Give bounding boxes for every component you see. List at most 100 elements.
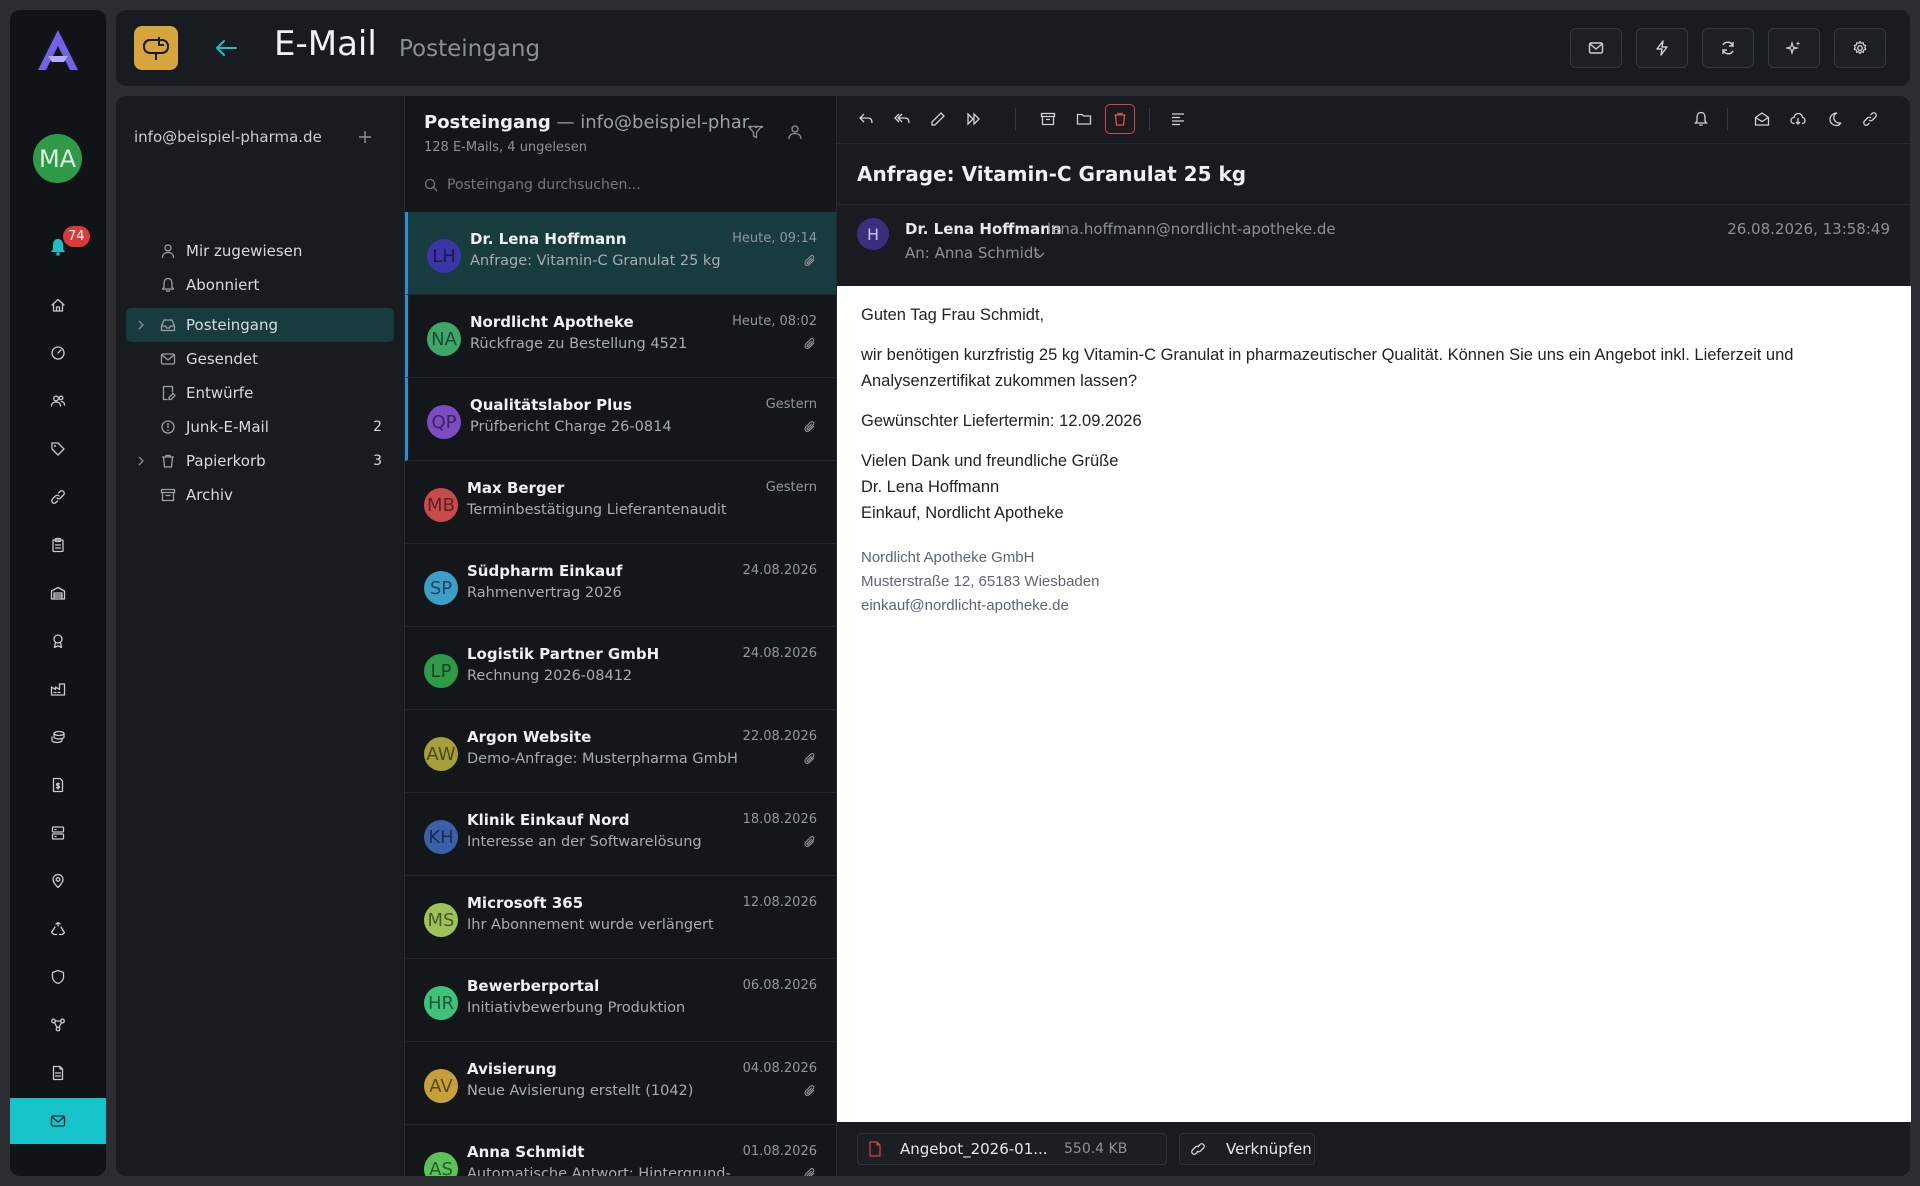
rail-nav-shield[interactable] (10, 954, 106, 1000)
list-title: Posteingang — info@beispiel-phar... (424, 112, 765, 133)
account-email: info@beispiel-pharma.de (134, 128, 322, 146)
edit-button[interactable] (923, 104, 953, 134)
rail-nav-clipboard[interactable] (10, 522, 106, 568)
message-row[interactable]: AV Avisierung Neue Avisierung erstellt (10… (405, 1042, 836, 1125)
rail-nav-tag[interactable] (10, 426, 106, 472)
paperclip-icon (803, 1167, 817, 1176)
text-format-button[interactable] (1163, 104, 1193, 134)
chevron-down-icon[interactable] (1035, 250, 1045, 260)
add-folder-icon[interactable] (358, 130, 372, 144)
email-subject: Anfrage: Vitamin-C Granulat 25 kg (857, 162, 1247, 186)
user-avatar[interactable]: MA (33, 134, 82, 183)
reply-button[interactable] (851, 104, 881, 134)
email-date: 26.08.2026, 13:58:49 (1727, 220, 1890, 238)
assignee-filter-icon[interactable] (787, 124, 803, 140)
folder-item-mir-zugewiesen[interactable]: Mir zugewiesen (126, 234, 394, 268)
rail-nav-network[interactable] (10, 1002, 106, 1048)
message-row[interactable]: MB Max Berger Terminbestätigung Lieferante… (405, 461, 836, 544)
message-sender: Qualitätslabor Plus (470, 396, 632, 414)
message-subject: Ihr Abonnement wurde verlängert (467, 917, 714, 933)
message-row[interactable]: LH Dr. Lena Hoffmann Anfrage: Vitamin-C Gr… (405, 212, 836, 295)
message-sender: Klinik Einkauf Nord (467, 811, 630, 829)
message-row[interactable]: MS Microsoft 365 Ihr Abonnement wurde verl… (405, 876, 836, 959)
message-row[interactable]: LP Logistik Partner GmbH Rechnung 2026-084… (405, 627, 836, 710)
folder-item-junk-e-mail[interactable]: Junk-E-Mail 2 (126, 410, 394, 444)
download-button[interactable] (1783, 104, 1813, 134)
message-row[interactable]: SP Südpharm Einkauf Rahmenvertrag 2026 24.0… (405, 544, 836, 627)
message-row[interactable]: AS Anna Schmidt Automatische Antwort: Hint… (405, 1125, 836, 1176)
message-avatar: AV (424, 1069, 458, 1103)
trash-icon (160, 453, 176, 469)
shield-icon (50, 969, 66, 985)
message-row[interactable]: QP Qualitätslabor Plus Prüfbericht Charge … (405, 378, 836, 461)
ai-assistant-button[interactable] (1768, 28, 1820, 68)
message-sender: Südpharm Einkauf (467, 562, 623, 580)
chevron-right-icon[interactable] (136, 320, 146, 330)
message-row[interactable]: NA Nordlicht Apotheke Rückfrage zu Bestell… (405, 295, 836, 378)
rail-nav-warehouse[interactable] (10, 570, 106, 616)
pdf-file-icon (868, 1141, 882, 1157)
home-icon (50, 297, 66, 313)
message-avatar: AS (424, 1152, 458, 1176)
filter-icon[interactable] (747, 124, 763, 140)
folder-item-posteingang[interactable]: Posteingang (126, 308, 394, 342)
message-subject: Prüfbericht Charge 26-0814 (470, 419, 672, 435)
folder-item-entwürfe[interactable]: Entwürfe (126, 376, 394, 410)
rail-nav-home[interactable] (10, 282, 106, 328)
rail-nav-dashboard[interactable] (10, 330, 106, 376)
award-icon (50, 633, 66, 649)
rail-nav-link[interactable] (10, 474, 106, 520)
snooze-button[interactable] (1819, 104, 1849, 134)
lightning-icon (1654, 40, 1670, 56)
message-avatar: NA (427, 322, 461, 356)
rail-nav-file[interactable] (10, 1050, 106, 1096)
rail-nav-map-pin[interactable] (10, 858, 106, 904)
folder-item-abonniert[interactable]: Abonniert (126, 268, 394, 302)
back-arrow-icon[interactable] (214, 38, 238, 58)
rail-nav-invoice[interactable] (10, 762, 106, 808)
message-row[interactable]: AW Argon Website Demo-Anfrage: Musterpharm… (405, 710, 836, 793)
app-rail: MA 74 (10, 10, 106, 1176)
message-subject: Anfrage: Vitamin-C Granulat 25 kg (470, 253, 721, 269)
folder-item-papierkorb[interactable]: Papierkorb 3 (126, 444, 394, 478)
link-record-button[interactable]: Verknüpfen (1179, 1133, 1315, 1165)
refresh-button[interactable] (1702, 28, 1754, 68)
archive-icon (160, 487, 176, 503)
move-to-folder-button[interactable] (1069, 104, 1099, 134)
reminder-button[interactable] (1686, 104, 1716, 134)
message-subject: Terminbestätigung Lieferantenaudit (467, 502, 727, 518)
quick-actions-button[interactable] (1636, 28, 1688, 68)
reply-all-button[interactable] (887, 104, 917, 134)
message-avatar: LH (427, 239, 461, 273)
paperclip-icon (803, 752, 817, 766)
toolbar-separator (1727, 108, 1728, 130)
rail-nav-coins[interactable] (10, 714, 106, 760)
bell-icon (1693, 111, 1709, 127)
message-row[interactable]: HR Bewerberportal Initiativbewerbung Produ… (405, 959, 836, 1042)
forward-button[interactable] (959, 104, 989, 134)
settings-button[interactable] (1834, 28, 1886, 68)
chevron-right-icon[interactable] (136, 456, 146, 466)
warehouse-icon (50, 585, 66, 601)
app-logo-icon[interactable] (34, 26, 82, 74)
message-sender: Nordlicht Apotheke (470, 313, 634, 331)
rail-nav-award[interactable] (10, 618, 106, 664)
copy-link-button[interactable] (1855, 104, 1885, 134)
message-avatar: MS (424, 903, 458, 937)
search-input[interactable] (447, 172, 817, 198)
rail-nav-mail[interactable] (10, 1098, 106, 1144)
rail-nav-recycle[interactable] (10, 906, 106, 952)
message-row[interactable]: KH Klinik Einkauf Nord Interesse an der So… (405, 793, 836, 876)
rail-nav-server[interactable] (10, 810, 106, 856)
archive-button[interactable] (1033, 104, 1063, 134)
folder-item-archiv[interactable]: Archiv (126, 478, 394, 512)
folder-item-gesendet[interactable]: Gesendet (126, 342, 394, 376)
mark-read-button[interactable] (1747, 104, 1777, 134)
rail-nav-users[interactable] (10, 378, 106, 424)
delete-button[interactable] (1105, 104, 1135, 134)
attachment-chip[interactable]: Angebot_2026-01... 550.4 KB (857, 1133, 1167, 1165)
sender-email[interactable]: lena.hoffmann@nordlicht-apotheke.de (1047, 220, 1336, 238)
signature-email[interactable]: einkauf@nordlicht-apotheke.de (861, 594, 1887, 618)
compose-mail-button[interactable] (1570, 28, 1622, 68)
rail-nav-factory[interactable] (10, 666, 106, 712)
